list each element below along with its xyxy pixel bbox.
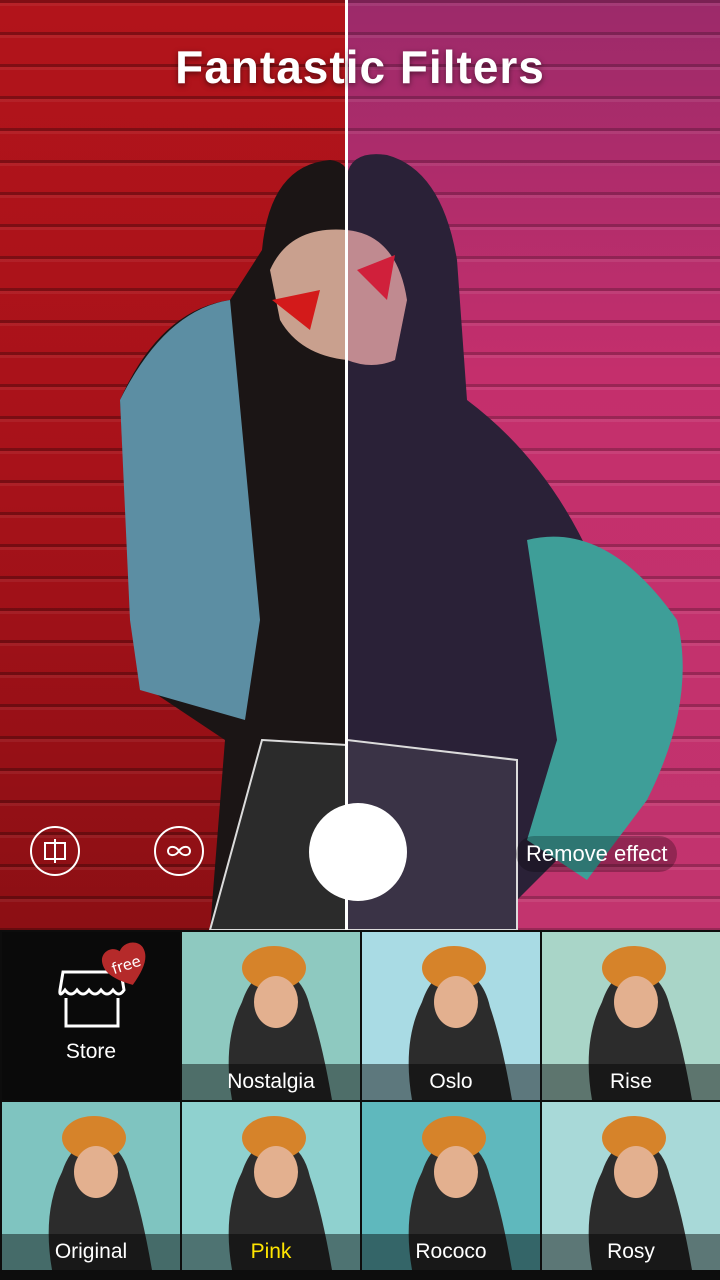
- filter-tile-rococo[interactable]: Rococo: [362, 1102, 540, 1270]
- filter-label: Nostalgia: [182, 1064, 360, 1100]
- filter-tile-rise[interactable]: Rise: [542, 932, 720, 1100]
- filter-label-selected: Pink: [182, 1234, 360, 1270]
- filter-tile-pink[interactable]: Pink: [182, 1102, 360, 1270]
- filter-label: Oslo: [362, 1064, 540, 1100]
- compare-divider-handle[interactable]: [345, 0, 348, 930]
- loop-button[interactable]: [154, 826, 204, 876]
- filter-label: Rosy: [542, 1234, 720, 1270]
- filtered-half: [346, 0, 720, 930]
- store-tile[interactable]: free Store: [2, 932, 180, 1100]
- filter-tile-rosy[interactable]: Rosy: [542, 1102, 720, 1270]
- person-original-silhouette: [120, 160, 348, 930]
- photo-preview[interactable]: Fantastic Filters Remove effect: [0, 0, 720, 930]
- person-filtered-silhouette: [346, 154, 683, 930]
- filter-label: Original: [2, 1234, 180, 1270]
- filter-label: Rococo: [362, 1234, 540, 1270]
- original-half: [0, 0, 348, 930]
- filter-tile-original[interactable]: Original: [2, 1102, 180, 1270]
- infinity-loop-icon: [166, 845, 192, 857]
- shutter-button[interactable]: [309, 803, 407, 901]
- compare-split-icon: [44, 839, 66, 863]
- remove-effect-button[interactable]: Remove effect: [516, 836, 678, 872]
- free-heart-badge: free: [101, 942, 146, 985]
- filter-tile-oslo[interactable]: Oslo: [362, 932, 540, 1100]
- filter-grid: free Store Nostalgia Oslo Rise Original …: [0, 930, 720, 1280]
- store-label: Store: [65, 1040, 117, 1063]
- filter-tile-nostalgia[interactable]: Nostalgia: [182, 932, 360, 1100]
- page-title: Fantastic Filters: [175, 41, 545, 93]
- filter-label: Rise: [542, 1064, 720, 1100]
- compare-button[interactable]: [30, 826, 80, 876]
